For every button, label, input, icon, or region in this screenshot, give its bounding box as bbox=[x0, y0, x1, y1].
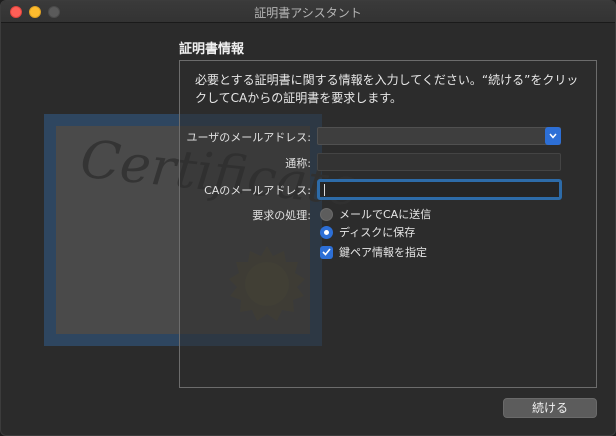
common-name-label: 通称: bbox=[285, 157, 311, 170]
user-email-combo-box[interactable] bbox=[317, 127, 561, 145]
continue-button[interactable]: 続ける bbox=[503, 398, 597, 418]
user-email-label: ユーザのメールアドレス: bbox=[186, 131, 312, 144]
instructions-text: 必要とする証明書に関する情報を入力してください。“続ける”をクリックしてCAから… bbox=[195, 73, 579, 105]
ca-email-field[interactable] bbox=[317, 179, 562, 200]
common-name-field[interactable] bbox=[317, 153, 561, 171]
radio-save-disk-label: ディスクに保存 bbox=[339, 226, 416, 239]
radio-email-ca[interactable]: メールでCAに送信 bbox=[320, 206, 431, 222]
certificate-assistant-window: 証明書アシスタント Certificate 証明書情報 必要とする証明書に関する… bbox=[0, 0, 616, 436]
key-pair-label: 鍵ペア情報を指定 bbox=[339, 246, 427, 259]
text-cursor bbox=[324, 184, 325, 196]
title-bar: 証明書アシスタント bbox=[1, 1, 615, 23]
checkmark-icon[interactable] bbox=[320, 245, 333, 259]
radio-button-off[interactable] bbox=[320, 207, 333, 221]
chevron-down-icon[interactable] bbox=[545, 127, 561, 145]
window-title: 証明書アシスタント bbox=[254, 6, 362, 20]
request-label: 要求の処理: bbox=[252, 209, 311, 222]
radio-email-ca-label: メールでCAに送信 bbox=[339, 208, 432, 221]
key-pair-checkbox-row[interactable]: 鍵ペア情報を指定 bbox=[320, 244, 427, 260]
ca-email-label: CAのメールアドレス: bbox=[204, 184, 311, 197]
section-title: 証明書情報 bbox=[179, 42, 245, 57]
radio-button-on[interactable] bbox=[320, 225, 333, 239]
radio-save-disk[interactable]: ディスクに保存 bbox=[320, 224, 415, 240]
